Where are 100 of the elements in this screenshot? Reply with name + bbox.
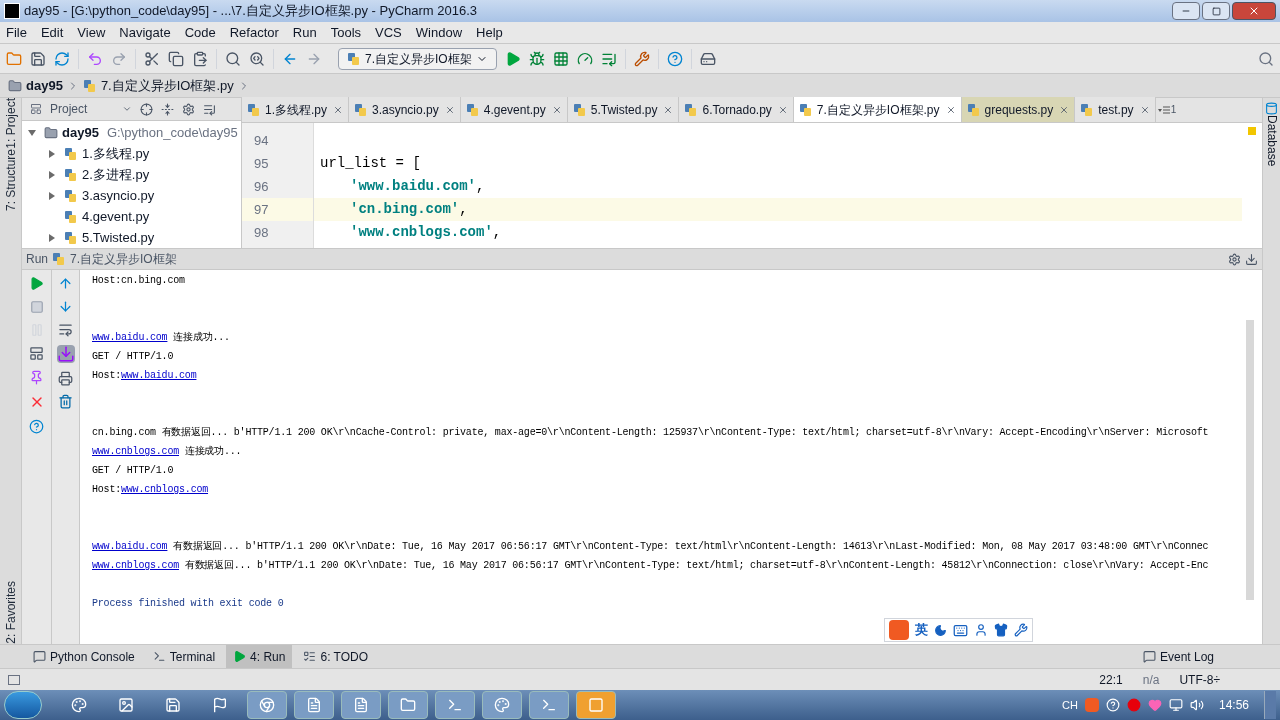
close-icon[interactable] bbox=[945, 104, 956, 115]
minimize-button[interactable] bbox=[1172, 2, 1200, 20]
cursor-position[interactable]: 22:1 bbox=[1099, 670, 1123, 689]
tool-tab[interactable]: Python Console bbox=[26, 644, 142, 669]
editor-tab[interactable]: 7.自定义异步IO框架.py bbox=[793, 97, 962, 122]
clock[interactable]: 14:56 bbox=[1210, 696, 1257, 714]
network-icon[interactable] bbox=[1168, 698, 1183, 712]
paste-icon[interactable] bbox=[192, 50, 208, 67]
tab-list-button[interactable]: 1 bbox=[1155, 97, 1179, 122]
user-icon[interactable] bbox=[974, 623, 988, 637]
shirt-icon[interactable] bbox=[994, 623, 1008, 637]
close-icon[interactable] bbox=[1139, 104, 1150, 115]
keyboard-icon[interactable] bbox=[953, 622, 968, 638]
collapse-icon[interactable] bbox=[161, 102, 174, 116]
close-icon[interactable] bbox=[663, 104, 674, 115]
close-icon[interactable] bbox=[777, 104, 788, 115]
arrow-up-icon[interactable] bbox=[58, 276, 73, 291]
folder-icon[interactable] bbox=[8, 78, 22, 93]
print-icon[interactable] bbox=[58, 371, 73, 386]
link[interactable]: www.baidu.com bbox=[121, 370, 197, 381]
close-icon[interactable] bbox=[333, 104, 343, 115]
search-icon[interactable] bbox=[1258, 50, 1274, 67]
menu-item[interactable]: VCS bbox=[375, 22, 402, 43]
close-icon[interactable] bbox=[1059, 104, 1070, 115]
warning-marker[interactable] bbox=[1248, 127, 1256, 135]
arrow-down-icon[interactable] bbox=[58, 299, 73, 314]
input-language[interactable]: CH bbox=[1062, 696, 1078, 714]
help-icon[interactable] bbox=[29, 419, 44, 434]
status-panel-icon[interactable] bbox=[8, 674, 20, 685]
ime-toolbar[interactable]: 英 bbox=[884, 618, 1033, 642]
volume-icon[interactable] bbox=[1189, 698, 1204, 712]
close-icon[interactable] bbox=[551, 104, 562, 115]
redo-icon[interactable] bbox=[111, 50, 127, 67]
editor-tab[interactable]: grequests.py bbox=[961, 97, 1076, 122]
menu-item[interactable]: Navigate bbox=[119, 22, 171, 43]
close-button[interactable] bbox=[1232, 2, 1276, 20]
editor-tab[interactable]: 3.asyncio.py bbox=[349, 97, 461, 122]
close-icon[interactable] bbox=[444, 104, 455, 115]
sync-icon[interactable] bbox=[54, 50, 70, 67]
tool-tab[interactable]: Terminal bbox=[145, 644, 223, 669]
menu-item[interactable]: Help bbox=[476, 22, 503, 43]
save-icon[interactable] bbox=[30, 50, 46, 67]
link[interactable]: www.cnblogs.com bbox=[92, 446, 179, 457]
link[interactable]: www.cnblogs.com bbox=[92, 560, 179, 571]
tool-window-tab[interactable]: 2: Favorites bbox=[0, 581, 28, 644]
help-icon[interactable] bbox=[666, 50, 683, 67]
soft-wrap-icon[interactable] bbox=[58, 322, 73, 337]
pin-icon[interactable] bbox=[29, 370, 44, 385]
link[interactable]: www.cnblogs.com bbox=[121, 484, 209, 495]
link[interactable]: www.baidu.com bbox=[92, 541, 168, 552]
trash-icon[interactable] bbox=[58, 394, 73, 409]
maximize-button[interactable] bbox=[1202, 2, 1230, 20]
editor-tab[interactable]: 5.Twisted.py bbox=[567, 97, 680, 122]
undo-icon[interactable] bbox=[87, 50, 103, 67]
folder-icon[interactable] bbox=[6, 50, 22, 67]
tool-window-tab[interactable]: Database bbox=[1258, 115, 1280, 167]
taskbar-button[interactable] bbox=[247, 691, 287, 719]
link[interactable]: www.baidu.com bbox=[92, 332, 168, 343]
menu-item[interactable]: Run bbox=[292, 22, 317, 43]
run-config-tab[interactable]: 7.自定义异步IO框架 bbox=[70, 250, 177, 268]
taskbar-button[interactable] bbox=[482, 691, 522, 719]
menu-item[interactable]: Edit bbox=[40, 22, 64, 43]
tree-item[interactable]: 5.Twisted.py bbox=[22, 227, 241, 248]
event-log-button[interactable]: Event Log bbox=[1142, 647, 1214, 666]
taskbar-button[interactable] bbox=[341, 691, 381, 719]
editor-tab[interactable]: 1.多线程.py bbox=[242, 97, 349, 122]
file-encoding[interactable]: UTF-8÷ bbox=[1179, 670, 1220, 689]
editor-tab[interactable]: 4.gevent.py bbox=[460, 97, 568, 122]
tool-tab[interactable]: 4: Run bbox=[226, 644, 293, 669]
caret-icon[interactable] bbox=[48, 149, 56, 158]
line-separator[interactable]: n/a bbox=[1142, 670, 1160, 689]
run-config-dropdown[interactable]: 7.自定义异步IO框架 bbox=[338, 47, 497, 70]
debug-icon[interactable] bbox=[528, 50, 545, 67]
cut-icon[interactable] bbox=[144, 50, 160, 67]
caret-icon[interactable] bbox=[28, 128, 36, 137]
caret-icon[interactable] bbox=[48, 233, 56, 242]
menu-item[interactable]: File bbox=[6, 22, 27, 43]
ime-mode[interactable]: 英 bbox=[915, 620, 928, 640]
rerun-icon[interactable] bbox=[29, 276, 44, 291]
breadcrumb-item[interactable]: 7.自定义异步IO框架.py bbox=[100, 75, 234, 96]
scrollbar[interactable] bbox=[1246, 320, 1254, 600]
tool-tab[interactable]: 6: TODO bbox=[296, 644, 376, 669]
editor-tab[interactable]: 6.Tornado.py bbox=[679, 97, 794, 122]
search-icon[interactable] bbox=[225, 50, 241, 67]
caret-icon[interactable] bbox=[48, 191, 56, 200]
locate-icon[interactable] bbox=[140, 102, 153, 116]
taskbar-button[interactable] bbox=[294, 691, 334, 719]
moon-icon[interactable] bbox=[934, 623, 947, 637]
menu-item[interactable]: View bbox=[77, 22, 106, 43]
taskbar-button[interactable] bbox=[388, 691, 428, 719]
menu-item[interactable]: Window bbox=[415, 22, 463, 43]
editor-tab[interactable]: test.py bbox=[1075, 97, 1156, 122]
wrench-icon[interactable] bbox=[1014, 623, 1028, 637]
menu-item[interactable]: Refactor bbox=[229, 22, 279, 43]
start-button[interactable] bbox=[4, 691, 42, 719]
menu-item[interactable]: Code bbox=[184, 22, 216, 43]
breadcrumb-item[interactable]: day95 bbox=[26, 75, 63, 96]
menu-item[interactable]: Tools bbox=[330, 22, 362, 43]
copy-icon[interactable] bbox=[168, 50, 184, 67]
caret-icon[interactable] bbox=[48, 170, 56, 179]
